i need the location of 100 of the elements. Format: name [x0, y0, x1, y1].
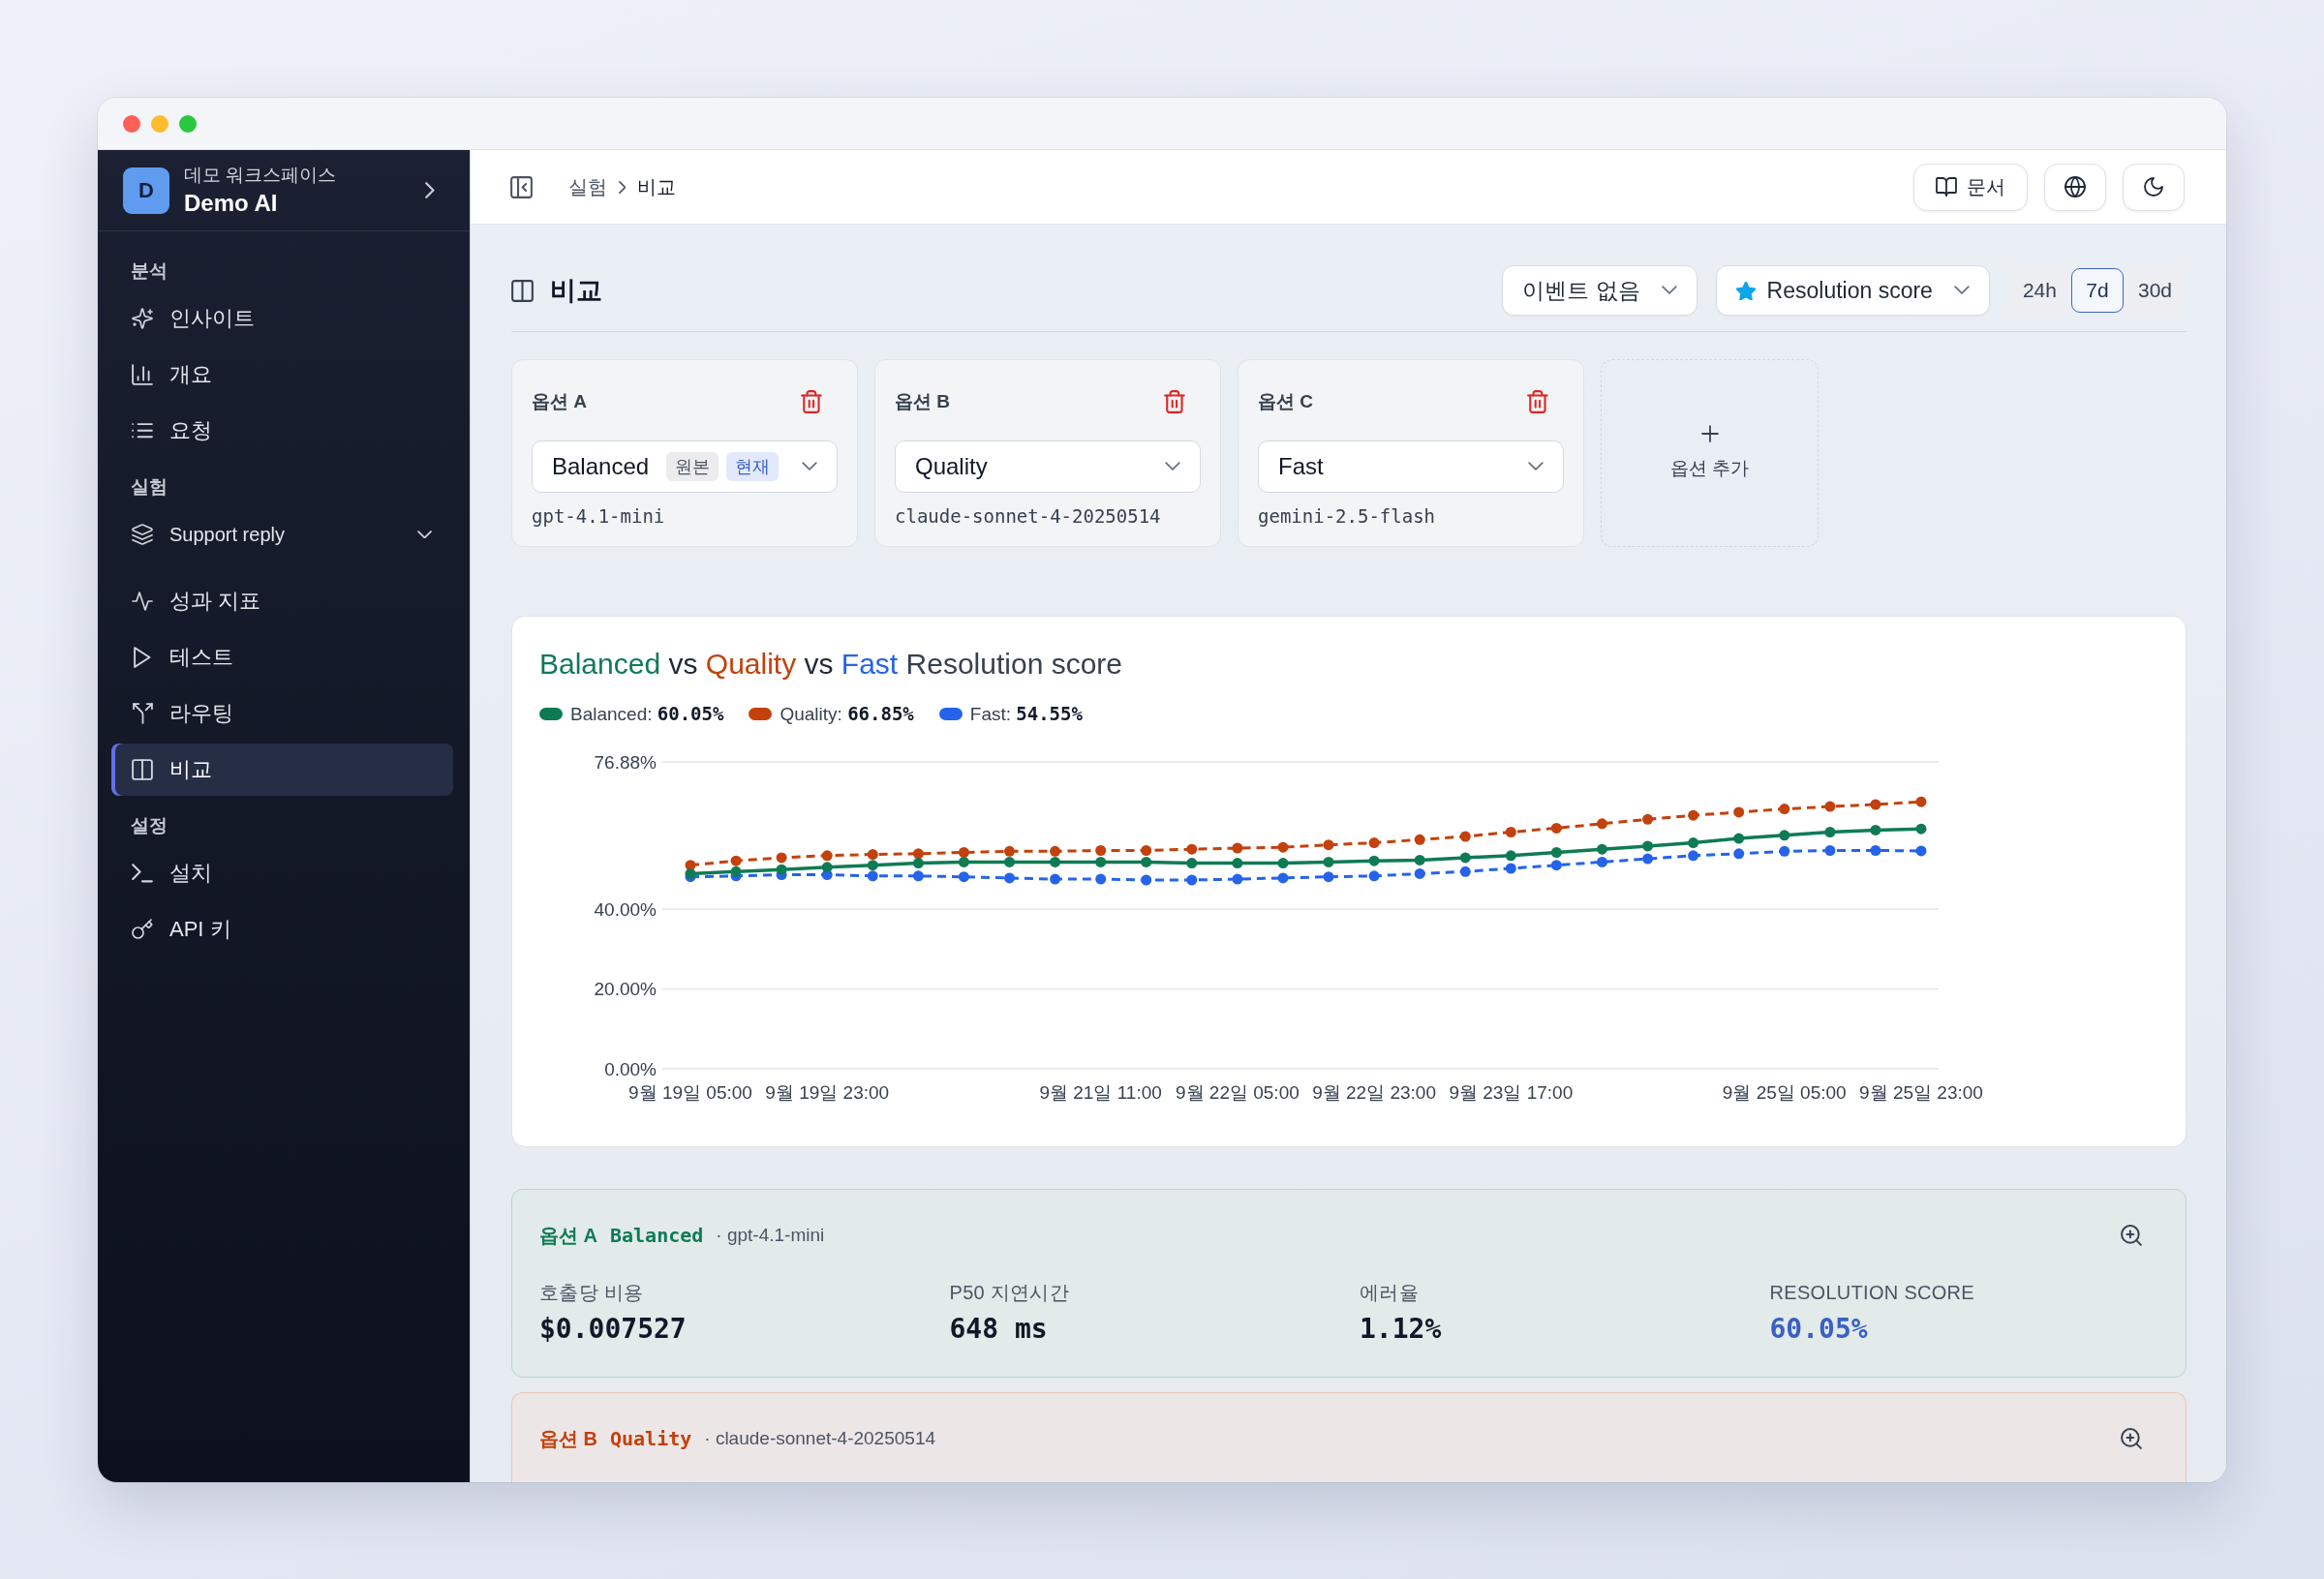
sidebar-item[interactable]: 개요: [111, 349, 453, 401]
x-axis-label: 9월 21일 11:00: [1039, 1081, 1162, 1103]
option-label: 옵션 B: [539, 1426, 597, 1451]
metric-label: P50 지연시간: [949, 1281, 1071, 1305]
x-axis-label: 9월 22일 05:00: [1176, 1081, 1300, 1103]
columns-icon: [132, 759, 153, 780]
event-filter-dropdown[interactable]: 이벤트 없음: [1502, 265, 1697, 316]
y-axis-label: 20.00%: [594, 979, 657, 1000]
legend-label: Fast: 54.55%: [969, 702, 1083, 725]
metric-value: 648 ms: [949, 1313, 1049, 1346]
add-option-button[interactable]: 옵션 추가: [1601, 359, 1819, 547]
model-name: gpt-4.1-mini: [532, 504, 666, 528]
chevron-down-icon: [1165, 462, 1180, 471]
chevron-down-icon: [1953, 286, 1970, 295]
docs-button[interactable]: 문서: [1913, 163, 2028, 211]
y-axis-label: 0.00%: [604, 1058, 657, 1079]
x-axis-label: 9월 19일 23:00: [765, 1081, 890, 1103]
option-label: 옵션 C: [1258, 390, 1313, 413]
option-label: 옵션 A: [539, 1223, 597, 1248]
legend-label: Quality: 66.85%: [780, 702, 914, 725]
variant-name: Balanced: [610, 1224, 704, 1247]
model-name: gemini-2.5-flash: [1258, 504, 1437, 528]
model-name: · gpt-4.1-mini: [716, 1225, 825, 1246]
sidebar-item[interactable]: 성과 지표: [111, 575, 453, 627]
list-icon: [132, 423, 153, 439]
workspace-avatar: D: [123, 167, 169, 214]
trash-icon: [1164, 390, 1185, 413]
chevron-down-icon: [1528, 462, 1544, 471]
chevron-down-icon: [1661, 286, 1677, 295]
x-axis-label: 9월 19일 05:00: [628, 1081, 752, 1103]
chevron-right-icon[interactable]: [425, 182, 435, 198]
x-axis-label: 9월 25일 05:00: [1722, 1081, 1847, 1103]
y-axis-label: 76.88%: [594, 751, 657, 773]
metric-label: 에러율: [1360, 1281, 1420, 1305]
bar-chart-icon: [132, 364, 153, 385]
metric-dropdown[interactable]: Resolution score: [1715, 265, 1990, 316]
breadcrumb-current: 비교: [637, 174, 677, 199]
sidebar-toggle-icon[interactable]: [510, 175, 533, 198]
variant-select[interactable]: Fast: [1258, 440, 1564, 493]
layers-icon: [132, 524, 153, 545]
metric-value: $0.007527: [539, 1313, 688, 1346]
metric-label: 호출당 비용: [539, 1281, 645, 1305]
option-label: 옵션 A: [532, 390, 587, 413]
sidebar-item[interactable]: 인사이트: [111, 292, 453, 345]
project-dropdown[interactable]: Support reply: [111, 508, 453, 561]
x-axis-label: 9월 25일 23:00: [1859, 1081, 1983, 1103]
key-icon: [132, 919, 153, 940]
delete-button[interactable]: [801, 390, 822, 413]
delete-button[interactable]: [1527, 390, 1548, 413]
sidebar-item[interactable]: 라우팅: [111, 687, 453, 740]
option-label: 옵션 B: [895, 390, 950, 413]
sidebar-item[interactable]: 비교: [111, 744, 453, 796]
sidebar-item[interactable]: 요청: [111, 405, 453, 457]
terminal-icon: [132, 864, 153, 883]
breadcrumb-link[interactable]: 실험: [568, 173, 607, 200]
pulse-icon: [132, 592, 153, 611]
trash-icon: [1527, 390, 1548, 413]
nav-section-label: 실험: [130, 475, 168, 499]
sidebar-item[interactable]: 테스트: [111, 631, 453, 683]
close-window-button[interactable]: [123, 114, 140, 133]
x-axis-label: 9월 22일 23:00: [1312, 1081, 1436, 1103]
globe-icon: [2064, 176, 2086, 197]
split-arrow-icon: [132, 703, 153, 724]
sidebar-item[interactable]: API 키: [111, 903, 453, 956]
delete-button[interactable]: [1164, 390, 1185, 413]
play-icon: [134, 647, 151, 668]
model-name: · claude-sonnet-4-20250514: [704, 1428, 936, 1449]
metric-value: 1.12%: [1360, 1313, 1443, 1346]
zoom-button[interactable]: [2121, 1225, 2142, 1246]
trash-icon: [801, 390, 822, 413]
chart-title: Balanced vs Quality vs Fast Resolution score: [539, 647, 1123, 682]
workspace-label: 데모 워크스페이스: [184, 163, 338, 187]
x-axis-label: 9월 23일 17:00: [1449, 1081, 1574, 1103]
status-badge: 현재: [726, 452, 780, 481]
chevron-right-icon: [619, 180, 627, 194]
legend-label: Balanced: 60.05%: [570, 702, 724, 725]
metric-value: 60.05%: [1769, 1313, 1869, 1346]
y-axis-label: 40.00%: [594, 898, 657, 920]
variant-select[interactable]: Balanced 원본 현재: [532, 440, 838, 493]
range-tab[interactable]: 30d: [2126, 268, 2183, 313]
variant-select[interactable]: Quality: [895, 440, 1201, 493]
workspace-name: Demo AI: [184, 188, 279, 218]
nav-section-label: 분석: [130, 259, 168, 283]
sidebar-item[interactable]: 설치: [111, 847, 453, 899]
columns-icon: [511, 279, 534, 302]
chevron-down-icon: [802, 462, 817, 471]
metric-label: RESOLUTION SCORE: [1769, 1281, 1975, 1305]
book-icon: [1936, 177, 1957, 197]
status-badge: 원본: [666, 452, 719, 481]
language-button[interactable]: [2044, 163, 2106, 211]
moon-icon: [2144, 177, 2163, 197]
zoom-in-icon: [2121, 1428, 2142, 1449]
nav-section-label: 설정: [130, 814, 168, 837]
sparkle-icon: [132, 308, 153, 329]
zoom-button[interactable]: [2121, 1428, 2142, 1449]
range-tab[interactable]: 7d: [2070, 268, 2124, 313]
range-tab[interactable]: 24h: [2011, 268, 2067, 313]
theme-button[interactable]: [2123, 163, 2185, 211]
variant-name: Quality: [610, 1427, 692, 1450]
plus-icon: [1700, 425, 1719, 442]
